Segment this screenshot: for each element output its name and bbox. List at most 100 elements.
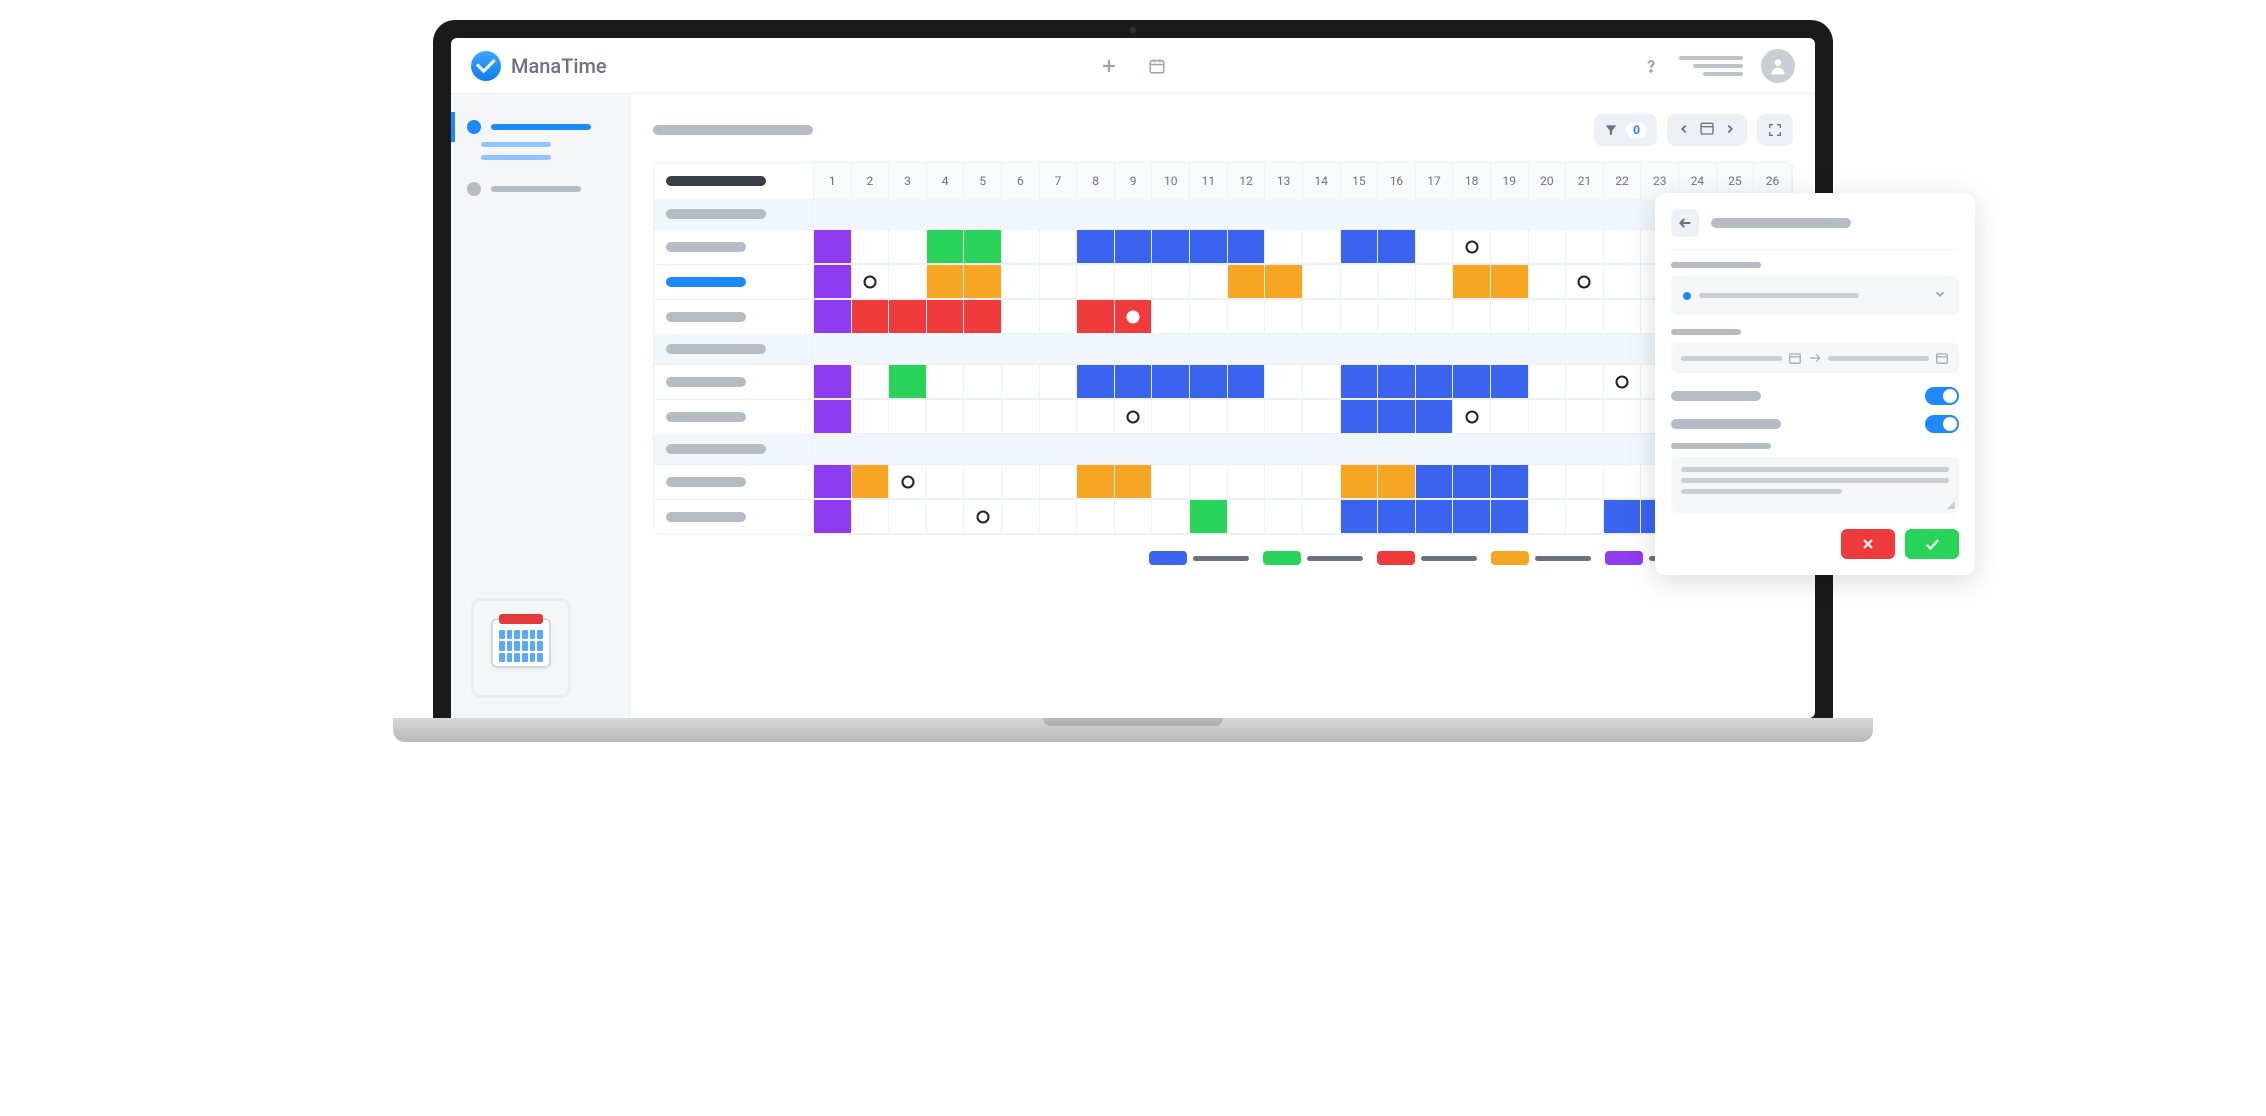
schedule-cell[interactable] (1529, 500, 1567, 534)
schedule-cell[interactable] (1378, 265, 1416, 299)
schedule-cell[interactable] (1077, 500, 1115, 534)
schedule-cell[interactable] (1115, 500, 1153, 534)
schedule-cell[interactable] (1416, 300, 1454, 334)
sidebar-sublink[interactable] (481, 142, 551, 147)
schedule-cell[interactable] (1529, 465, 1567, 499)
schedule-cell[interactable] (1002, 230, 1040, 264)
schedule-cell[interactable] (1453, 365, 1491, 399)
schedule-cell[interactable] (1566, 500, 1604, 534)
schedule-cell[interactable] (1303, 500, 1341, 534)
sidebar-item-1[interactable] (451, 112, 631, 142)
schedule-row[interactable] (654, 299, 1792, 334)
schedule-cell[interactable] (852, 265, 890, 299)
schedule-cell[interactable] (1416, 500, 1454, 534)
schedule-cell[interactable] (1566, 365, 1604, 399)
schedule-cell[interactable] (1491, 500, 1529, 534)
schedule-cell[interactable] (1190, 300, 1228, 334)
schedule-cell[interactable] (1341, 230, 1379, 264)
schedule-cell[interactable] (1002, 265, 1040, 299)
schedule-cell[interactable] (1152, 365, 1190, 399)
schedule-cell[interactable] (1040, 365, 1078, 399)
schedule-cell[interactable] (964, 500, 1002, 534)
schedule-cell[interactable] (814, 300, 852, 334)
help-button[interactable] (1641, 56, 1661, 76)
schedule-cell[interactable] (1115, 365, 1153, 399)
schedule-cell[interactable] (1604, 265, 1642, 299)
schedule-cell[interactable] (1040, 300, 1078, 334)
schedule-cell[interactable] (1115, 265, 1153, 299)
schedule-cell[interactable] (964, 400, 1002, 434)
schedule-cell[interactable] (814, 365, 852, 399)
schedule-cell[interactable] (927, 300, 965, 334)
schedule-cell[interactable] (1190, 465, 1228, 499)
panel-back-button[interactable] (1671, 209, 1699, 237)
schedule-cell[interactable] (1190, 500, 1228, 534)
schedule-cell[interactable] (1416, 265, 1454, 299)
schedule-cell[interactable] (1529, 230, 1567, 264)
schedule-cell[interactable] (1303, 230, 1341, 264)
schedule-cell[interactable] (1453, 265, 1491, 299)
schedule-cell[interactable] (1002, 300, 1040, 334)
app-logo[interactable]: ManaTime (471, 51, 607, 81)
schedule-cell[interactable] (1529, 400, 1567, 434)
schedule-cell[interactable] (927, 365, 965, 399)
schedule-cell[interactable] (1529, 265, 1567, 299)
start-date[interactable] (1681, 356, 1782, 361)
schedule-cell[interactable] (1265, 365, 1303, 399)
schedule-cell[interactable] (1453, 465, 1491, 499)
schedule-cell[interactable] (927, 500, 965, 534)
schedule-row[interactable] (654, 264, 1792, 299)
schedule-row[interactable] (654, 364, 1792, 399)
schedule-cell[interactable] (927, 465, 965, 499)
schedule-cell[interactable] (1190, 265, 1228, 299)
schedule-cell[interactable] (1265, 300, 1303, 334)
schedule-cell[interactable] (1491, 265, 1529, 299)
schedule-cell[interactable] (964, 230, 1002, 264)
schedule-cell[interactable] (1341, 365, 1379, 399)
sidebar-sublink[interactable] (481, 155, 551, 160)
schedule-cell[interactable] (1228, 300, 1266, 334)
schedule-cell[interactable] (927, 265, 965, 299)
schedule-cell[interactable] (1152, 265, 1190, 299)
schedule-cell[interactable] (964, 365, 1002, 399)
schedule-cell[interactable] (1077, 300, 1115, 334)
schedule-cell[interactable] (1040, 400, 1078, 434)
schedule-cell[interactable] (1566, 300, 1604, 334)
fullscreen-button[interactable] (1757, 114, 1793, 146)
notes-textarea[interactable] (1671, 457, 1959, 513)
schedule-cell[interactable] (927, 400, 965, 434)
schedule-cell[interactable] (1040, 265, 1078, 299)
schedule-cell[interactable] (1341, 400, 1379, 434)
schedule-cell[interactable] (1491, 365, 1529, 399)
schedule-cell[interactable] (852, 300, 890, 334)
calendar-button[interactable] (1148, 57, 1166, 75)
schedule-cell[interactable] (1077, 400, 1115, 434)
schedule-cell[interactable] (1341, 465, 1379, 499)
menu-icon[interactable] (1679, 56, 1743, 76)
schedule-cell[interactable] (1077, 365, 1115, 399)
schedule-cell[interactable] (1040, 465, 1078, 499)
schedule-cell[interactable] (1077, 465, 1115, 499)
schedule-cell[interactable] (1228, 365, 1266, 399)
prev-button[interactable] (1677, 121, 1691, 140)
toggle-2[interactable] (1925, 415, 1959, 433)
schedule-cell[interactable] (1152, 400, 1190, 434)
schedule-cell[interactable] (1604, 365, 1642, 399)
schedule-cell[interactable] (852, 365, 890, 399)
schedule-cell[interactable] (1341, 500, 1379, 534)
schedule-cell[interactable] (1002, 400, 1040, 434)
schedule-cell[interactable] (889, 365, 927, 399)
schedule-cell[interactable] (1265, 465, 1303, 499)
schedule-cell[interactable] (1491, 300, 1529, 334)
schedule-cell[interactable] (1265, 230, 1303, 264)
schedule-cell[interactable] (1378, 230, 1416, 264)
schedule-cell[interactable] (852, 230, 890, 264)
end-date[interactable] (1828, 356, 1929, 361)
schedule-row[interactable] (654, 464, 1792, 499)
schedule-cell[interactable] (1228, 230, 1266, 264)
schedule-cell[interactable] (1002, 500, 1040, 534)
schedule-cell[interactable] (1378, 465, 1416, 499)
confirm-button[interactable] (1905, 529, 1959, 559)
next-button[interactable] (1723, 121, 1737, 140)
sidebar-item-2[interactable] (451, 174, 631, 204)
